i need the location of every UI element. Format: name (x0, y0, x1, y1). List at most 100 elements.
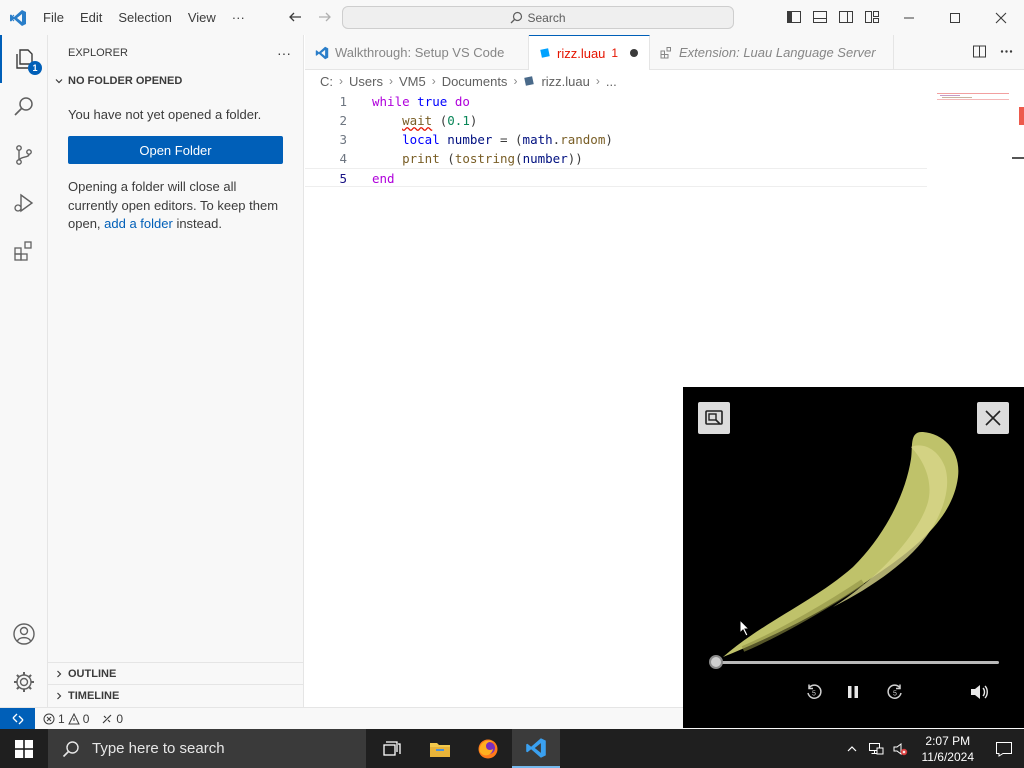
breadcrumb-file[interactable]: rizz.luau (541, 74, 589, 89)
code-token-error: wait (402, 113, 433, 128)
forward-arrow-icon[interactable] (314, 6, 336, 28)
notification-center-icon[interactable] (984, 729, 1024, 768)
firefox-icon[interactable] (464, 729, 512, 768)
picture-in-picture-player[interactable]: 5 5 (683, 387, 1024, 728)
more-actions-icon[interactable] (999, 44, 1014, 59)
outline-label: OUTLINE (68, 667, 117, 680)
remote-indicator-icon[interactable] (0, 707, 35, 730)
error-count: 1 (58, 711, 65, 726)
minimize-icon[interactable] (886, 0, 932, 35)
menu-file[interactable]: File (35, 6, 72, 30)
explorer-sidebar: EXPLORER ··· NO FOLDER OPENED You have n… (48, 35, 304, 707)
back-arrow-icon[interactable] (284, 6, 306, 28)
code-token: true (417, 94, 448, 109)
split-editor-icon[interactable] (972, 44, 987, 59)
add-folder-link[interactable]: add a folder (104, 216, 173, 231)
code-token: number (522, 151, 568, 166)
info-line-2: currently open editors. To keep them (68, 197, 279, 213)
seek-bar[interactable] (715, 661, 999, 664)
menu-more[interactable]: ··· (224, 6, 253, 30)
vscode-taskbar-icon[interactable] (512, 729, 560, 768)
seek-handle[interactable] (709, 655, 723, 669)
task-view-icon[interactable] (368, 729, 416, 768)
code-editor[interactable]: 1 while true do 2 wait (0.1) 3 local num… (305, 92, 927, 187)
menu-view[interactable]: View (180, 6, 224, 30)
open-folder-button[interactable]: Open Folder (68, 136, 283, 164)
tab-rizz-luau[interactable]: rizz.luau 1 (529, 35, 650, 70)
taskbar-search-box[interactable]: Type here to search (48, 729, 366, 768)
problems-status[interactable]: 1 0 (43, 712, 89, 726)
close-window-icon[interactable] (978, 0, 1024, 35)
code-token: end (372, 171, 395, 186)
tab-extension-luau[interactable]: Extension: Luau Language Server (650, 35, 894, 70)
tab-error-count: 1 (611, 46, 619, 60)
extensions-icon[interactable] (0, 227, 48, 275)
breadcrumb-symbols[interactable]: ... (606, 74, 617, 89)
minimap[interactable] (937, 92, 1009, 102)
explorer-icon[interactable]: 1 (0, 35, 48, 83)
manage-gear-icon[interactable] (0, 658, 48, 706)
timeline-section[interactable]: TIMELINE (48, 684, 303, 706)
code-line: 4 print (tostring(number)) (305, 149, 927, 168)
customize-layout-icon[interactable] (862, 7, 882, 27)
code-token: ( (439, 151, 455, 166)
menu-selection[interactable]: Selection (110, 6, 179, 30)
editor-tabs: Walkthrough: Setup VS Code rizz.luau 1 E… (305, 35, 1024, 70)
no-folder-message: You have not yet opened a folder. (68, 107, 262, 122)
window-controls (886, 0, 1024, 35)
rewind-5s-icon[interactable]: 5 (803, 681, 825, 703)
explorer-more-button[interactable]: ··· (277, 45, 291, 61)
breadcrumb-documents[interactable]: Documents (442, 74, 508, 89)
ports-status[interactable]: 0 (101, 712, 123, 726)
code-token: random (560, 132, 606, 147)
vscode-logo-icon (0, 0, 35, 35)
code-token: 0.1 (447, 113, 470, 128)
editor-actions (972, 44, 1014, 59)
breadcrumb-drive[interactable]: C: (320, 74, 333, 89)
tab-extension-label: Extension: Luau Language Server (679, 45, 876, 60)
volume-muted-icon[interactable] (890, 729, 910, 768)
outline-section[interactable]: OUTLINE (48, 662, 303, 684)
code-token: ( (432, 113, 448, 128)
network-icon[interactable] (866, 729, 886, 768)
breadcrumb-users[interactable]: Users (349, 74, 383, 89)
code-text: wait (0.1) (347, 111, 477, 130)
run-and-debug-icon[interactable] (0, 179, 48, 227)
code-token: math (522, 132, 553, 147)
accounts-icon[interactable] (0, 610, 48, 658)
source-control-icon[interactable] (0, 131, 48, 179)
pause-icon[interactable] (842, 681, 864, 703)
windows-start-icon[interactable] (0, 729, 48, 768)
breadcrumb-vm5[interactable]: VM5 (399, 74, 426, 89)
tab-walkthrough[interactable]: Walkthrough: Setup VS Code (305, 35, 529, 70)
chevron-up-icon[interactable] (842, 729, 862, 768)
code-token: ) (605, 132, 613, 147)
code-line: 1 while true do (305, 92, 927, 111)
maximize-icon[interactable] (932, 0, 978, 35)
toggle-secondary-sidebar-icon[interactable] (836, 7, 856, 27)
toggle-panel-icon[interactable] (810, 7, 830, 27)
no-folder-section[interactable]: NO FOLDER OPENED (48, 70, 303, 92)
file-explorer-icon[interactable] (416, 729, 464, 768)
taskbar-search-icon (62, 740, 80, 758)
command-center-search[interactable]: Search (342, 6, 734, 29)
forward-5s-icon[interactable]: 5 (884, 681, 906, 703)
volume-icon[interactable] (968, 681, 990, 703)
back-to-tab-icon[interactable] (698, 402, 730, 434)
close-video-icon[interactable] (977, 402, 1009, 434)
breadcrumb-separator-icon: › (339, 74, 343, 88)
search-view-icon[interactable] (0, 83, 48, 131)
taskbar-clock[interactable]: 2:07 PM 11/6/2024 (912, 733, 985, 765)
no-folder-section-label: NO FOLDER OPENED (68, 75, 183, 87)
windows-taskbar: Type here to search 2:07 PM 11/6/2024 (0, 729, 1024, 768)
toggle-primary-sidebar-icon[interactable] (784, 7, 804, 27)
search-icon (510, 11, 523, 24)
menu-edit[interactable]: Edit (72, 6, 110, 30)
breadcrumb: C: › Users › VM5 › Documents › rizz.luau › ..… (320, 72, 617, 90)
line-number: 2 (339, 113, 347, 128)
menu-bar: File Edit Selection View ··· (35, 0, 253, 35)
unsaved-dot-icon[interactable] (630, 49, 639, 57)
chevron-right-icon (54, 691, 64, 701)
open-folder-info: Opening a folder will close all currentl… (48, 164, 303, 234)
taskbar-search-placeholder: Type here to search (92, 740, 225, 757)
